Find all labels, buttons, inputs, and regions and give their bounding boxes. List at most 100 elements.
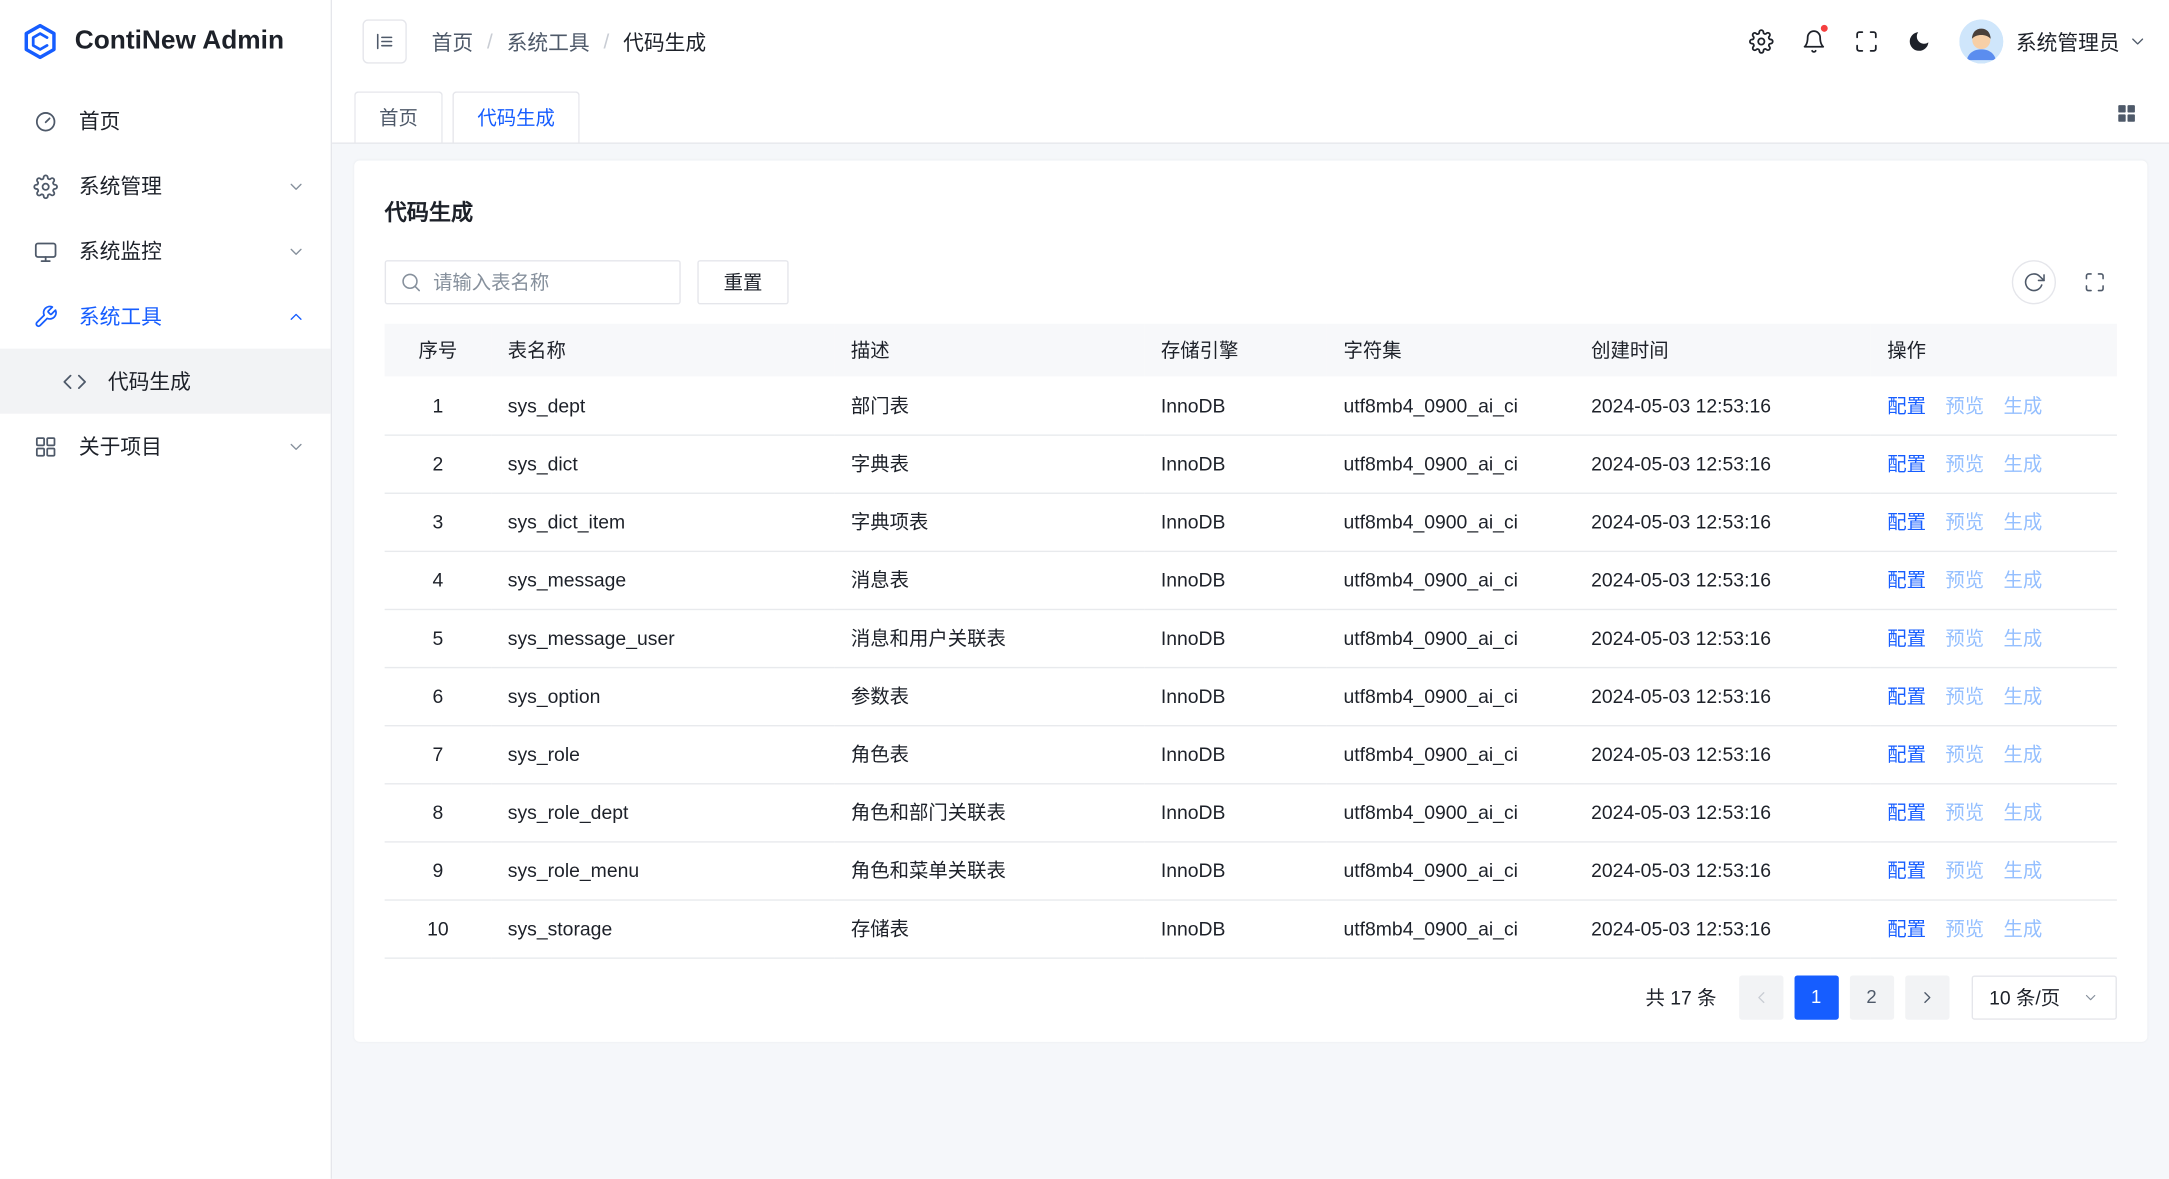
table-row: 5sys_message_user消息和用户关联表InnoDButf8mb4_0…: [385, 609, 2117, 667]
table-cell: 3: [385, 493, 492, 551]
sidebar-item-system-management[interactable]: 系统管理: [0, 154, 331, 219]
table-cell: 2024-05-03 12:53:16: [1575, 667, 1871, 725]
row-action-configure[interactable]: 配置: [1887, 743, 1926, 765]
breadcrumb-item[interactable]: 系统工具: [507, 27, 590, 56]
row-action-configure[interactable]: 配置: [1887, 917, 1926, 939]
chevron-right-icon: [1917, 987, 1936, 1006]
row-action-preview[interactable]: 预览: [1945, 801, 1984, 823]
tab-options-button[interactable]: [2106, 92, 2148, 134]
table-row: 4sys_message消息表InnoDButf8mb4_0900_ai_ci2…: [385, 551, 2117, 609]
search-icon: [400, 271, 422, 293]
sidebar-item-system-monitor[interactable]: 系统监控: [0, 219, 331, 284]
content-area: 代码生成 重置: [332, 144, 2169, 1179]
wrench-icon: [33, 304, 58, 329]
row-action-preview[interactable]: 预览: [1945, 569, 1984, 591]
table-fullscreen-button[interactable]: [2073, 260, 2117, 304]
table-cell: InnoDB: [1144, 493, 1327, 551]
row-action-configure[interactable]: 配置: [1887, 685, 1926, 707]
row-action-preview[interactable]: 预览: [1945, 917, 1984, 939]
notifications-button[interactable]: [1788, 17, 1841, 67]
collapse-sidebar-button[interactable]: [363, 19, 407, 63]
app-window: ContiNew Admin 首页系统管理系统监控系统工具代码生成关于项目 首页…: [0, 0, 2169, 1179]
table-row: 10sys_storage存储表InnoDButf8mb4_0900_ai_ci…: [385, 899, 2117, 957]
table-cell: 2024-05-03 12:53:16: [1575, 841, 1871, 899]
row-action-preview[interactable]: 预览: [1945, 743, 1984, 765]
fullscreen-button[interactable]: [1840, 17, 1893, 67]
row-action-preview[interactable]: 预览: [1945, 859, 1984, 881]
code-icon: [62, 369, 87, 394]
row-actions: 配置预览生成: [1871, 376, 2117, 434]
refresh-button[interactable]: [2012, 260, 2056, 304]
logo-icon: [19, 21, 61, 63]
chevron-down-icon: [2128, 32, 2147, 51]
row-action-generate[interactable]: 生成: [2003, 627, 2042, 649]
row-action-configure[interactable]: 配置: [1887, 569, 1926, 591]
table-cell: 2024-05-03 12:53:16: [1575, 434, 1871, 492]
reset-button[interactable]: 重置: [697, 260, 788, 304]
pagination-page-1[interactable]: 1: [1794, 975, 1838, 1019]
table-cell: sys_dict_item: [491, 493, 834, 551]
table-cell: utf8mb4_0900_ai_ci: [1327, 493, 1575, 551]
table-row: 1sys_dept部门表InnoDButf8mb4_0900_ai_ci2024…: [385, 376, 2117, 434]
row-actions: 配置预览生成: [1871, 493, 2117, 551]
top-header: 首页/系统工具/代码生成 系统管理员: [332, 0, 2169, 83]
row-action-generate[interactable]: 生成: [2003, 394, 2042, 416]
row-action-configure[interactable]: 配置: [1887, 801, 1926, 823]
row-action-configure[interactable]: 配置: [1887, 394, 1926, 416]
sidebar-item-about-project[interactable]: 关于项目: [0, 414, 331, 479]
row-action-generate[interactable]: 生成: [2003, 569, 2042, 591]
tab-code-generation[interactable]: 代码生成: [452, 91, 579, 142]
row-action-preview[interactable]: 预览: [1945, 452, 1984, 474]
table-cell: sys_role_menu: [491, 841, 834, 899]
page-size-select[interactable]: 10 条/页: [1971, 975, 2117, 1019]
table-cell: 2024-05-03 12:53:16: [1575, 551, 1871, 609]
sidebar-item-system-tools[interactable]: 系统工具: [0, 284, 331, 349]
row-actions: 配置预览生成: [1871, 667, 2117, 725]
header-settings-button[interactable]: [1735, 17, 1788, 67]
tables-list: 序号表名称描述存储引擎字符集创建时间操作 1sys_dept部门表InnoDBu…: [385, 324, 2117, 958]
row-action-preview[interactable]: 预览: [1945, 685, 1984, 707]
table-cell: sys_storage: [491, 899, 834, 957]
row-action-generate[interactable]: 生成: [2003, 801, 2042, 823]
sidebar-item-home[interactable]: 首页: [0, 89, 331, 154]
row-action-generate[interactable]: 生成: [2003, 511, 2042, 533]
row-actions: 配置预览生成: [1871, 899, 2117, 957]
row-actions: 配置预览生成: [1871, 841, 2117, 899]
user-menu[interactable]: 系统管理员: [1959, 19, 2147, 63]
row-action-configure[interactable]: 配置: [1887, 859, 1926, 881]
theme-toggle-button[interactable]: [1893, 17, 1946, 67]
table-cell: 角色和部门关联表: [834, 783, 1144, 841]
row-action-preview[interactable]: 预览: [1945, 394, 1984, 416]
app-logo[interactable]: ContiNew Admin: [0, 0, 331, 83]
row-action-generate[interactable]: 生成: [2003, 685, 2042, 707]
row-action-generate[interactable]: 生成: [2003, 452, 2042, 474]
table-cell: InnoDB: [1144, 725, 1327, 783]
row-action-generate[interactable]: 生成: [2003, 859, 2042, 881]
pagination-page-2[interactable]: 2: [1849, 975, 1893, 1019]
apps-grid-icon: [2116, 102, 2138, 124]
breadcrumb: 首页/系统工具/代码生成: [432, 27, 706, 56]
tab-home[interactable]: 首页: [354, 91, 443, 142]
sidebar-item-code-generation[interactable]: 代码生成: [0, 349, 331, 414]
search-input[interactable]: [433, 271, 665, 293]
chevron-down-icon: [2082, 989, 2099, 1006]
row-action-preview[interactable]: 预览: [1945, 627, 1984, 649]
row-action-generate[interactable]: 生成: [2003, 743, 2042, 765]
refresh-icon: [2023, 271, 2045, 293]
gear-icon: [33, 174, 58, 199]
breadcrumb-item[interactable]: 首页: [432, 27, 474, 56]
breadcrumb-item[interactable]: 代码生成: [623, 27, 706, 56]
notification-dot: [1819, 24, 1829, 34]
row-action-generate[interactable]: 生成: [2003, 917, 2042, 939]
expand-icon: [2084, 271, 2106, 293]
row-action-preview[interactable]: 预览: [1945, 511, 1984, 533]
table-cell: sys_option: [491, 667, 834, 725]
table-header-row: 序号表名称描述存储引擎字符集创建时间操作: [385, 324, 2117, 377]
chevron-up-icon: [286, 306, 305, 325]
row-action-configure[interactable]: 配置: [1887, 627, 1926, 649]
row-action-configure[interactable]: 配置: [1887, 511, 1926, 533]
tab-bar: 首页代码生成: [332, 83, 2169, 144]
row-action-configure[interactable]: 配置: [1887, 452, 1926, 474]
pagination-prev-button[interactable]: [1739, 975, 1783, 1019]
pagination-next-button[interactable]: [1905, 975, 1949, 1019]
